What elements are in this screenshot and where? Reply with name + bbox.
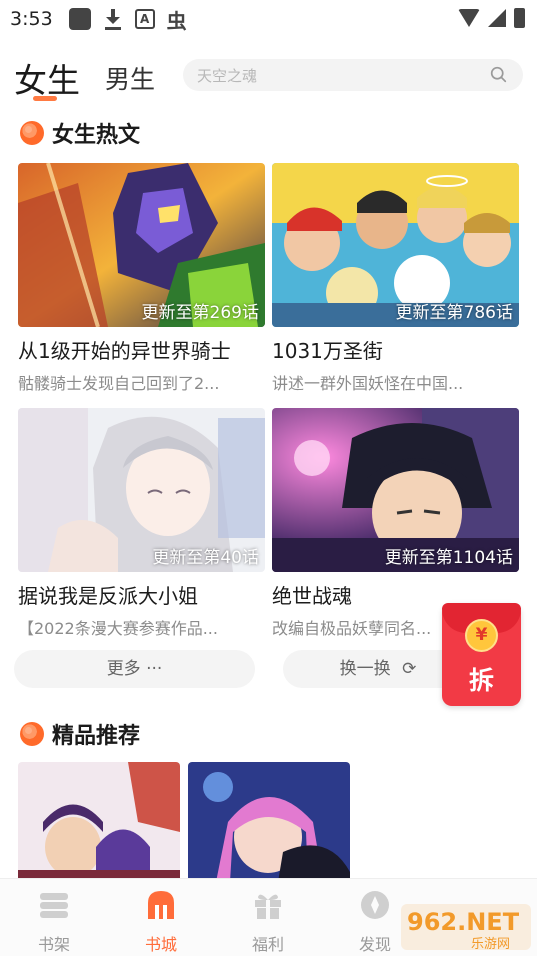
update-badge: 更新至第1104话 — [384, 548, 513, 568]
section-title: 精品推荐 — [52, 724, 141, 749]
comic-card[interactable]: 更新至第40话 据说我是反派大小姐 【2022条漫大赛参赛作品... — [18, 408, 265, 639]
nav-label: 福利 — [251, 935, 284, 954]
more-button[interactable]: 更多 ··· — [14, 650, 255, 688]
header: 女生 男生 天空之魂 — [0, 50, 537, 104]
update-badge: 更新至第786话 — [395, 303, 513, 323]
search-input[interactable]: 天空之魂 — [183, 59, 523, 91]
nav-bookstore[interactable]: 书城 — [126, 889, 196, 955]
comic-cover[interactable]: 更新至第269话 — [18, 163, 265, 327]
battery-icon — [514, 8, 525, 28]
nav-label: 书城 — [144, 935, 177, 954]
red-packet-button[interactable]: ¥ 拆 — [442, 603, 521, 706]
section-fire-icon — [20, 722, 44, 746]
search-placeholder: 天空之魂 — [197, 67, 258, 85]
comic-cover[interactable]: 更新至第786话 — [272, 163, 519, 327]
watermark-sub: 乐游网 — [471, 937, 510, 952]
a-badge-icon: A — [134, 9, 155, 29]
recommend-section-header: 精品推荐 — [20, 718, 140, 750]
comic-title: 1031万圣街 — [272, 339, 383, 363]
tab-female[interactable]: 女生 — [14, 54, 80, 102]
active-tab-indicator — [33, 96, 57, 101]
wifi-icon — [458, 9, 480, 27]
status-time: 3:53 — [10, 8, 53, 30]
status-bar: 3:53 A 虫 — [0, 0, 537, 38]
comic-card[interactable]: 更新至第786话 1031万圣街 讲述一群外国妖怪在中国... — [272, 163, 519, 394]
update-badge: 更新至第40话 — [152, 548, 259, 568]
app-notification-icon — [68, 8, 91, 30]
section-fire-icon — [20, 121, 44, 145]
status-system-icons — [458, 8, 525, 28]
hot-section-header: 女生热文 — [20, 117, 140, 149]
compass-icon — [361, 891, 389, 919]
comic-cover[interactable]: 更新至第40话 — [18, 408, 265, 572]
bookstore-icon — [148, 891, 174, 919]
watermark-logo: 962.NET 乐游网 — [401, 904, 531, 952]
red-packet-label: 拆 — [468, 666, 494, 695]
comic-desc: 【2022条漫大赛参赛作品... — [18, 619, 218, 638]
download-icon — [103, 8, 123, 30]
nav-discover[interactable]: 发现 — [340, 889, 410, 955]
comic-title: 据说我是反派大小姐 — [18, 584, 198, 608]
comic-desc: 讲述一群外国妖怪在中国... — [272, 374, 464, 393]
comic-card[interactable]: 更新至第269话 从1级开始的异世界骑士 骷髅骑士发现自己回到了2... — [18, 163, 265, 394]
bottom-nav: 书架 书城 福利 发现 962.NET 乐游网 — [0, 878, 537, 956]
comic-cover[interactable]: 更新至第1104话 — [272, 408, 519, 572]
refresh-icon: ⟳ — [402, 659, 417, 679]
search-icon[interactable] — [490, 66, 507, 83]
bug-icon: 虫 — [166, 8, 187, 33]
nav-bookshelf[interactable]: 书架 — [19, 889, 89, 955]
comic-title: 从1级开始的异世界骑士 — [18, 339, 231, 363]
nav-label: 发现 — [358, 935, 391, 954]
comic-desc: 骷髅骑士发现自己回到了2... — [18, 374, 220, 393]
refresh-label: 换一换 — [339, 659, 391, 679]
bookshelf-icon — [40, 893, 68, 918]
watermark-text: 962.NET — [407, 908, 520, 936]
signal-icon — [488, 9, 506, 27]
update-badge: 更新至第269话 — [141, 303, 259, 323]
recommend-cover[interactable] — [18, 762, 180, 882]
nav-welfare[interactable]: 福利 — [233, 889, 303, 955]
gift-icon — [255, 894, 281, 919]
status-notification-icons: A 虫 — [68, 5, 187, 34]
nav-label: 书架 — [37, 935, 70, 954]
section-title: 女生热文 — [52, 123, 141, 148]
recommend-cover[interactable] — [188, 762, 350, 882]
tab-male[interactable]: 男生 — [105, 60, 155, 96]
coin-icon: ¥ — [465, 619, 498, 652]
